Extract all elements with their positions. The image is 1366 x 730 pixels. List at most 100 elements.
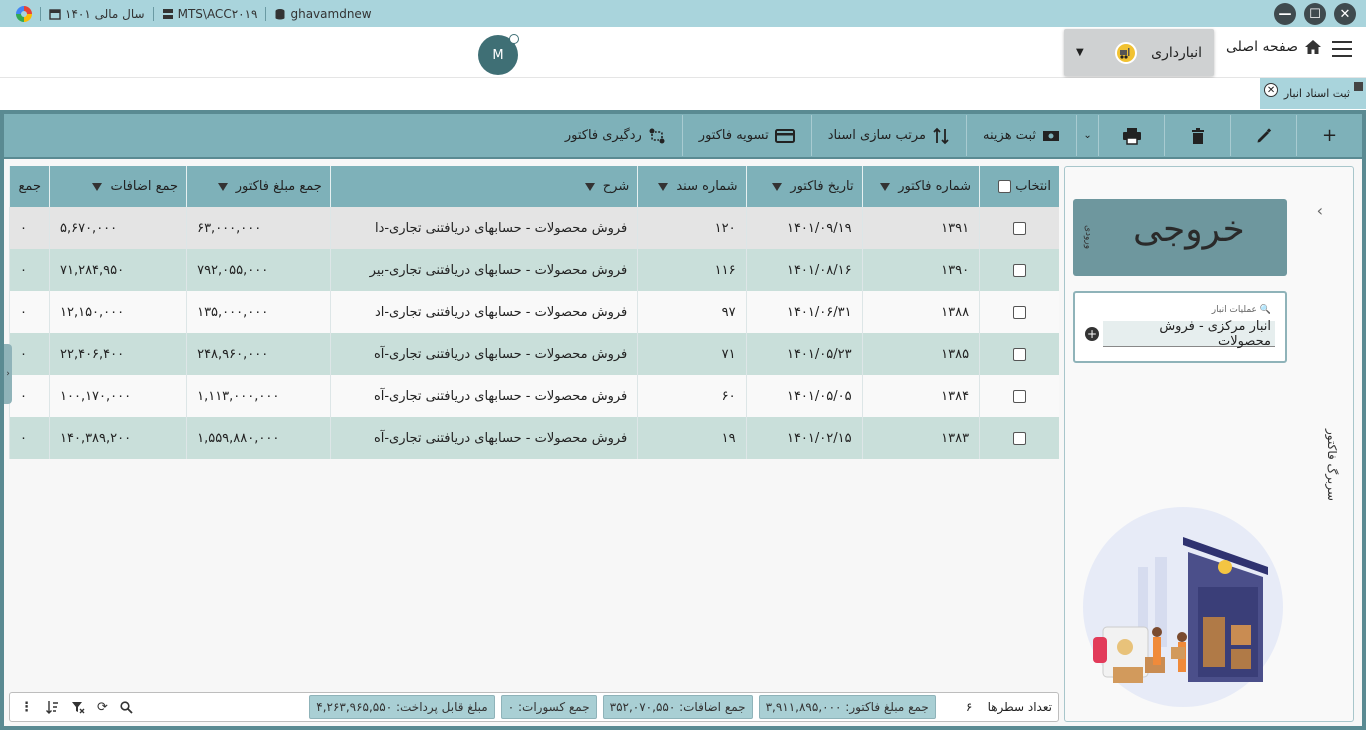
row-count: تعداد سطرها ۶ [966,700,1058,714]
sum-deductions-badge: جمع کسورات: ۰ [500,695,597,719]
row-checkbox[interactable] [1013,221,1027,235]
table-row[interactable]: ۱۳۸۳ ۱۴۰۱/۰۲/۱۵ ۱۹ فروش محصولات - حسابها… [9,417,1059,459]
col-select[interactable]: انتخاب [979,166,1059,207]
row-count-label: تعداد سطرها [987,700,1052,714]
sort-icon[interactable] [45,700,59,714]
cell-cut: ۰ [9,207,50,249]
col-description[interactable]: شرح [329,166,638,207]
home-label: صفحه اصلی [1225,39,1298,55]
filter-icon[interactable] [772,182,783,191]
server-label: MTS\ACC۲۰۱۹ [177,7,258,21]
cell-invoice-no: ۱۳۸۴ [861,375,980,417]
col-additions-total[interactable]: جمع اضافات [48,166,187,207]
table-row[interactable]: ۱۳۹۱ ۱۴۰۱/۰۹/۱۹ ۱۲۰ فروش محصولات - حسابه… [9,207,1059,249]
select-all-checkbox[interactable] [998,180,1012,193]
refresh-icon[interactable]: ⟳ [97,700,108,715]
maximize-button[interactable]: ☐ [1304,3,1326,25]
cell-invoice-no: ۱۳۸۳ [861,417,980,459]
divider [265,7,267,21]
cell-date: ۱۴۰۱/۰۲/۱۵ [745,417,863,459]
invoice-header-label[interactable]: سربرگ فاکتور [1325,429,1339,501]
filter-icon[interactable] [92,182,103,191]
track-invoice-label: ردگیری فاکتور [564,128,642,143]
avatar[interactable]: M [478,34,519,75]
close-tab-icon[interactable]: ✕ [1264,83,1278,97]
window-icon [1354,82,1363,91]
sort-documents-button[interactable]: مرتب سازی اسناد [810,115,966,156]
register-expense-label: ثبت هزینه [983,128,1036,143]
more-vert-icon[interactable]: ⋮ [20,700,33,715]
cell-cut: ۰ [9,375,50,417]
row-checkbox-cell[interactable] [979,333,1059,375]
warehouse-operation-value[interactable]: انبار مرکزی - فروش محصولات [1103,319,1275,349]
cell-total: ۷۹۲,۰۵۵,۰۰۰ [186,249,331,291]
table-row[interactable]: ۱۳۹۰ ۱۴۰۱/۰۸/۱۶ ۱۱۶ فروش محصولات - حسابه… [9,249,1059,291]
settle-invoice-label: تسویه فاکتور [698,128,769,143]
credit-card-icon [774,128,795,143]
collapse-handle[interactable]: › [4,344,12,404]
filter-icon[interactable] [217,182,228,191]
edit-button[interactable] [1230,115,1296,156]
warehouse-illustration [1083,507,1283,707]
module-selector[interactable]: انبارداری ▼ [1064,29,1214,76]
menu-icon[interactable] [1332,41,1352,57]
chevron-left-icon[interactable]: ‹ [1317,201,1323,220]
sum-invoice-badge: جمع مبلغ فاکتور: ۳,۹۱۱,۸۹۵,۰۰۰ [758,695,936,719]
home-link[interactable]: صفحه اصلی [1226,39,1322,55]
close-button[interactable]: ✕ [1334,3,1356,25]
table-row[interactable]: ۱۳۸۵ ۱۴۰۱/۰۵/۲۳ ۷۱ فروش محصولات - حسابها… [9,333,1059,375]
warehouse-operation-field[interactable]: 🔍 عملیات انبار انبار مرکزی - فروش محصولا… [1073,291,1287,363]
row-checkbox-cell[interactable] [979,207,1059,249]
cell-date: ۱۴۰۱/۰۵/۲۳ [745,333,863,375]
print-options-button[interactable]: ⌄ [1076,115,1098,156]
main-frame: + ⌄ ثبت هزینه مرتب سازی اسناد تسویه فاکت… [0,110,1366,730]
row-checkbox[interactable] [1013,431,1027,445]
row-checkbox[interactable] [1013,389,1027,403]
cell-additions: ۱۴۰,۳۸۹,۲۰۰ [48,417,187,459]
table-row[interactable]: ۱۳۸۸ ۱۴۰۱/۰۶/۳۱ ۹۷ فروش محصولات - حسابها… [9,291,1059,333]
cell-doc-no: ۹۷ [637,291,747,333]
avatar-initial: M [492,47,504,63]
delete-button[interactable] [1164,115,1230,156]
cash-icon [1043,130,1059,141]
settle-invoice-button[interactable]: تسویه فاکتور [681,115,811,156]
row-count-value: ۶ [965,700,973,714]
direction-toggle[interactable]: خروجی ورودی [1073,199,1287,276]
search-icon[interactable] [120,700,133,714]
register-expense-button[interactable]: ثبت هزینه [966,115,1076,156]
cell-description: فروش محصولات - حسابهای دریافتنی تجاری-آه [329,375,638,417]
cell-invoice-no: ۱۳۸۸ [861,291,980,333]
row-checkbox-cell[interactable] [979,417,1059,459]
row-checkbox[interactable] [1013,347,1027,361]
table-row[interactable]: ۱۳۸۴ ۱۴۰۱/۰۵/۰۵ ۶۰ فروش محصولات - حسابها… [9,375,1059,417]
add-icon[interactable]: + [1085,327,1099,341]
app-logo-icon [16,6,32,22]
col-invoice-no[interactable]: شماره فاکتور [861,166,980,207]
col-doc-no[interactable]: شماره سند [637,166,747,207]
fiscal-year-label: سال مالی ۱۴۰۱ [65,7,145,21]
cell-additions: ۲۲,۴۰۶,۴۰۰ [48,333,187,375]
in-label[interactable]: ورودی [1083,225,1093,249]
filter-icon[interactable] [584,182,595,191]
row-checkbox-cell[interactable] [979,291,1059,333]
row-checkbox[interactable] [1013,263,1027,277]
col-cut[interactable]: جمع [9,166,50,207]
module-label: انبارداری [1151,44,1202,61]
minimize-button[interactable]: — [1274,3,1296,25]
cell-description: فروش محصولات - حسابهای دریافتنی تجاری-آه [329,417,638,459]
row-checkbox[interactable] [1013,305,1027,319]
col-invoice-date[interactable]: تاریخ فاکتور [745,166,863,207]
tab-warehouse-docs[interactable]: ثبت اسناد انبار ✕ [1260,78,1366,109]
col-invoice-total[interactable]: جمع مبلغ فاکتور [186,166,331,207]
filter-icon[interactable] [658,182,669,191]
divider [152,7,154,21]
row-checkbox-cell[interactable] [979,249,1059,291]
divider [40,7,41,21]
row-checkbox-cell[interactable] [979,375,1059,417]
filter-icon[interactable] [880,182,891,191]
clear-filter-icon[interactable] [71,700,85,714]
trash-icon [1191,127,1204,144]
add-button[interactable]: + [1296,115,1362,156]
print-button[interactable] [1098,115,1164,156]
track-invoice-button[interactable]: ردگیری فاکتور [549,115,682,156]
